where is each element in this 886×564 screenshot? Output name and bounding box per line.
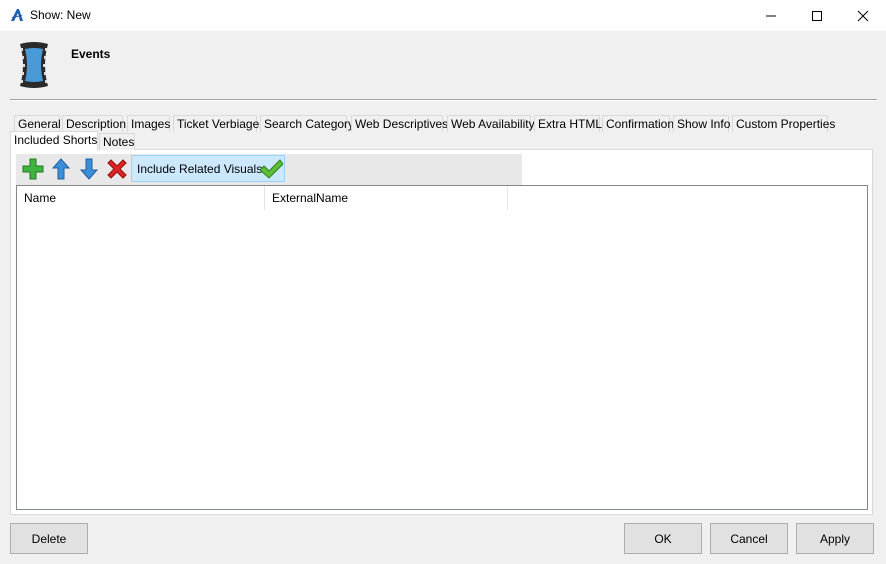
minimize-icon xyxy=(766,15,776,16)
delete-item-button[interactable] xyxy=(105,157,129,181)
ok-button[interactable]: OK xyxy=(624,523,702,554)
maximize-icon xyxy=(812,10,822,21)
toggle-label: Include Related Visuals xyxy=(137,162,263,176)
minimize-button[interactable] xyxy=(748,0,794,31)
column-header-name[interactable]: Name xyxy=(17,186,265,210)
cancel-button[interactable]: Cancel xyxy=(710,523,788,554)
close-button[interactable] xyxy=(840,0,886,31)
tab-images[interactable]: Images xyxy=(127,115,170,132)
tab-notes[interactable]: Notes xyxy=(99,133,135,150)
add-button[interactable] xyxy=(21,157,45,181)
tab-web-availability[interactable]: Web Availability xyxy=(447,115,535,132)
page-title: Events xyxy=(71,47,111,61)
window-title: Show: New xyxy=(30,8,91,22)
arrow-down-icon xyxy=(80,158,98,180)
tab-custom-properties[interactable]: Custom Properties xyxy=(732,115,835,132)
maximize-button[interactable] xyxy=(794,0,840,31)
tab-web-descriptives[interactable]: Web Descriptives xyxy=(351,115,448,132)
move-down-button[interactable] xyxy=(77,157,101,181)
toolbar: Include Related Visuals xyxy=(16,154,522,185)
tab-search-category[interactable]: Search Category xyxy=(260,115,354,132)
close-icon xyxy=(857,10,869,21)
tab-show-info[interactable]: Show Info xyxy=(673,115,730,132)
checkmark-icon xyxy=(259,159,283,179)
column-header-external-name[interactable]: ExternalName xyxy=(265,186,508,210)
tab-ticket-verbiage[interactable]: Ticket Verbiage xyxy=(173,115,259,132)
title-bar[interactable]: Show: New xyxy=(0,0,886,31)
red-x-icon xyxy=(107,159,127,179)
plus-icon xyxy=(22,158,44,180)
app-logo-icon xyxy=(11,9,23,21)
header-divider xyxy=(10,99,877,101)
delete-button[interactable]: Delete xyxy=(10,523,88,554)
shorts-list[interactable]: Name ExternalName xyxy=(16,185,868,510)
include-related-visuals-toggle[interactable]: Include Related Visuals xyxy=(131,155,285,182)
tab-general[interactable]: General xyxy=(14,115,61,132)
tab-description[interactable]: Description xyxy=(62,115,126,132)
tab-confirmation[interactable]: Confirmation xyxy=(602,115,674,132)
apply-button[interactable]: Apply xyxy=(796,523,874,554)
tab-extra-html[interactable]: Extra HTML xyxy=(534,115,602,132)
tab-included-shorts[interactable]: Included Shorts xyxy=(10,131,98,150)
film-strip-icon xyxy=(20,42,48,88)
move-up-button[interactable] xyxy=(49,157,73,181)
arrow-up-icon xyxy=(52,158,70,180)
